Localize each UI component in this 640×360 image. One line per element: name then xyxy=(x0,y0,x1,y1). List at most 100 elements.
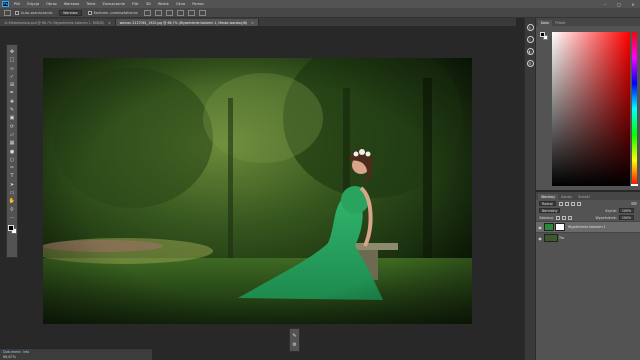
gradient-icon[interactable]: ▦ xyxy=(9,140,16,147)
align-center-icon[interactable] xyxy=(187,9,195,16)
tab-swatches[interactable]: Próbki xyxy=(552,20,568,26)
layers-panel-tabs: Warstwy Kanały Ścieżki xyxy=(536,192,640,200)
brush-icon[interactable]: ✎ xyxy=(291,332,298,339)
crop-icon[interactable]: ⊞ xyxy=(9,82,16,89)
brush-icon[interactable]: ✎ xyxy=(9,107,16,114)
foreground-color-swatch[interactable] xyxy=(7,225,14,232)
color-panel-swatches[interactable] xyxy=(540,32,548,40)
foreground-color-swatch[interactable] xyxy=(540,32,545,37)
menu-select[interactable]: Zaznaczanie xyxy=(102,2,125,6)
adjustments-icon[interactable]: ◐ xyxy=(526,48,534,55)
marquee-icon[interactable]: □ xyxy=(9,57,16,64)
lock-label: Zablokuj: xyxy=(539,215,555,220)
info-icon[interactable]: i xyxy=(526,36,534,43)
tab-channels[interactable]: Kanały xyxy=(558,194,575,200)
color-swatches[interactable] xyxy=(7,225,17,235)
eyedropper-icon[interactable]: ✒ xyxy=(9,90,16,97)
menu-file[interactable]: Plik xyxy=(14,2,20,6)
align-middle-icon[interactable] xyxy=(154,9,162,16)
tab-document-1[interactable]: 1c-Metamorfoza.psd @ 66,7% (Wypełnienie … xyxy=(0,19,116,26)
minimize-icon[interactable]: – xyxy=(600,1,610,7)
blur-icon[interactable]: ● xyxy=(9,149,16,156)
filter-pixel-icon[interactable] xyxy=(558,201,563,206)
settings-icon[interactable]: ⚙ xyxy=(291,341,298,348)
document-tab-bar: 1c-Metamorfoza.psd @ 66,7% (Wypełnienie … xyxy=(0,18,516,26)
eraser-icon[interactable]: ▱ xyxy=(9,132,16,139)
menu-help[interactable]: Pomoc xyxy=(192,2,204,6)
tab-color[interactable]: Kolor xyxy=(538,20,553,26)
properties-icon[interactable]: ☰ xyxy=(526,60,534,67)
tab-document-2[interactable]: woman-3127061_1920.jpg @ 66,7% (Wypełnie… xyxy=(115,19,259,26)
blend-mode-dropdown[interactable]: Normalny xyxy=(539,208,561,213)
lock-pixels-icon[interactable] xyxy=(556,215,561,220)
menu-3d[interactable]: 3D xyxy=(146,2,151,6)
align-left-icon[interactable] xyxy=(176,9,184,16)
filter-type-icon[interactable] xyxy=(570,201,575,206)
menu-type[interactable]: Tekst xyxy=(86,2,95,6)
layers-panel: Warstwy Kanały Ścieżki Rodzaj Normalny K… xyxy=(536,192,640,360)
document-canvas[interactable] xyxy=(43,58,472,324)
layer-thumbnail xyxy=(544,223,554,231)
lock-all-icon[interactable] xyxy=(568,215,573,220)
clone-stamp-icon[interactable]: ▣ xyxy=(9,115,16,122)
dodge-icon[interactable]: ○ xyxy=(9,157,16,164)
filter-adjustment-icon[interactable] xyxy=(564,201,569,206)
close-icon[interactable]: × xyxy=(251,21,254,25)
layer-row-background[interactable]: ◉ Tło xyxy=(536,232,640,243)
menu-edit[interactable]: Edycja xyxy=(27,2,39,6)
zoom-level: 66,67% xyxy=(3,354,16,359)
pen-icon[interactable]: ✑ xyxy=(9,165,16,172)
panel-icon-strip: ↻ i ◐ ☰ xyxy=(524,18,536,360)
layer-thumbnail xyxy=(544,234,558,242)
maximize-icon[interactable]: □ xyxy=(614,1,624,7)
move-icon[interactable]: ✥ xyxy=(9,49,16,56)
auto-select-dropdown[interactable]: Warstwa xyxy=(59,9,82,16)
align-bottom-icon[interactable] xyxy=(165,9,173,16)
menu-view[interactable]: Widok xyxy=(158,2,169,6)
saturation-field[interactable] xyxy=(552,32,630,186)
layer-mask-thumbnail[interactable] xyxy=(555,223,565,231)
floating-tool-panel: ✎ ⚙ xyxy=(289,328,300,352)
visibility-eye-icon[interactable]: ◉ xyxy=(536,236,544,241)
filter-toggle[interactable] xyxy=(631,202,637,205)
path-select-icon[interactable]: ➤ xyxy=(9,182,16,189)
close-icon[interactable]: × xyxy=(108,21,111,25)
opacity-field[interactable]: 100% xyxy=(618,208,634,213)
hue-slider[interactable] xyxy=(632,32,637,186)
auto-select-checkbox[interactable] xyxy=(15,10,19,15)
zoom-icon[interactable]: ⚲ xyxy=(9,207,16,214)
hand-icon[interactable]: ✋ xyxy=(9,198,16,205)
hue-slider-handle[interactable] xyxy=(631,184,638,186)
menu-window[interactable]: Okno xyxy=(176,2,185,6)
layer-filter-dropdown[interactable]: Rodzaj xyxy=(539,201,556,206)
transform-controls-label: Kontroln. przekształcenia xyxy=(93,10,138,15)
fill-field[interactable]: 100% xyxy=(618,215,634,220)
close-icon[interactable]: × xyxy=(628,1,638,7)
move-tool-icon[interactable] xyxy=(4,9,11,16)
tab-paths[interactable]: Ścieżki xyxy=(575,194,592,200)
history-icon[interactable]: ↻ xyxy=(526,24,534,31)
type-icon[interactable]: T xyxy=(9,173,16,180)
transform-controls-checkbox[interactable] xyxy=(87,10,92,15)
tab-layers[interactable]: Warstwy xyxy=(538,194,559,200)
opacity-label: Krycie: xyxy=(605,208,617,213)
fill-label: Wypełnienie: xyxy=(595,215,617,220)
lasso-icon[interactable]: ∞ xyxy=(9,66,16,73)
tab-label: woman-3127061_1920.jpg @ 66,7% (Wypełnie… xyxy=(119,20,248,25)
menu-filter[interactable]: Filtr xyxy=(132,2,139,6)
align-right-icon[interactable] xyxy=(198,9,206,16)
quick-select-icon[interactable]: ✓ xyxy=(9,74,16,81)
shape-icon[interactable]: ▭ xyxy=(9,190,16,197)
more-tools-icon[interactable]: ⋯ xyxy=(9,215,16,222)
tools-panel: ✥ □ ∞ ✓ ⊞ ✒ ✚ ✎ ▣ ⟳ ▱ ▦ ● ○ ✑ T ➤ ▭ ✋ ⚲ … xyxy=(6,44,18,258)
lock-position-icon[interactable] xyxy=(562,215,567,220)
color-panel: Kolor Próbki xyxy=(536,18,640,190)
align-top-icon[interactable] xyxy=(143,9,151,16)
history-brush-icon[interactable]: ⟳ xyxy=(9,124,16,131)
visibility-eye-icon[interactable]: ◉ xyxy=(536,225,544,230)
healing-brush-icon[interactable]: ✚ xyxy=(9,99,16,106)
layer-row-fill[interactable]: ◉ Wypełnienie kolorem 1 xyxy=(536,221,640,232)
filter-shape-icon[interactable] xyxy=(576,201,581,206)
menu-image[interactable]: Obraz xyxy=(46,2,57,6)
menu-layer[interactable]: Warstwa xyxy=(64,2,79,6)
